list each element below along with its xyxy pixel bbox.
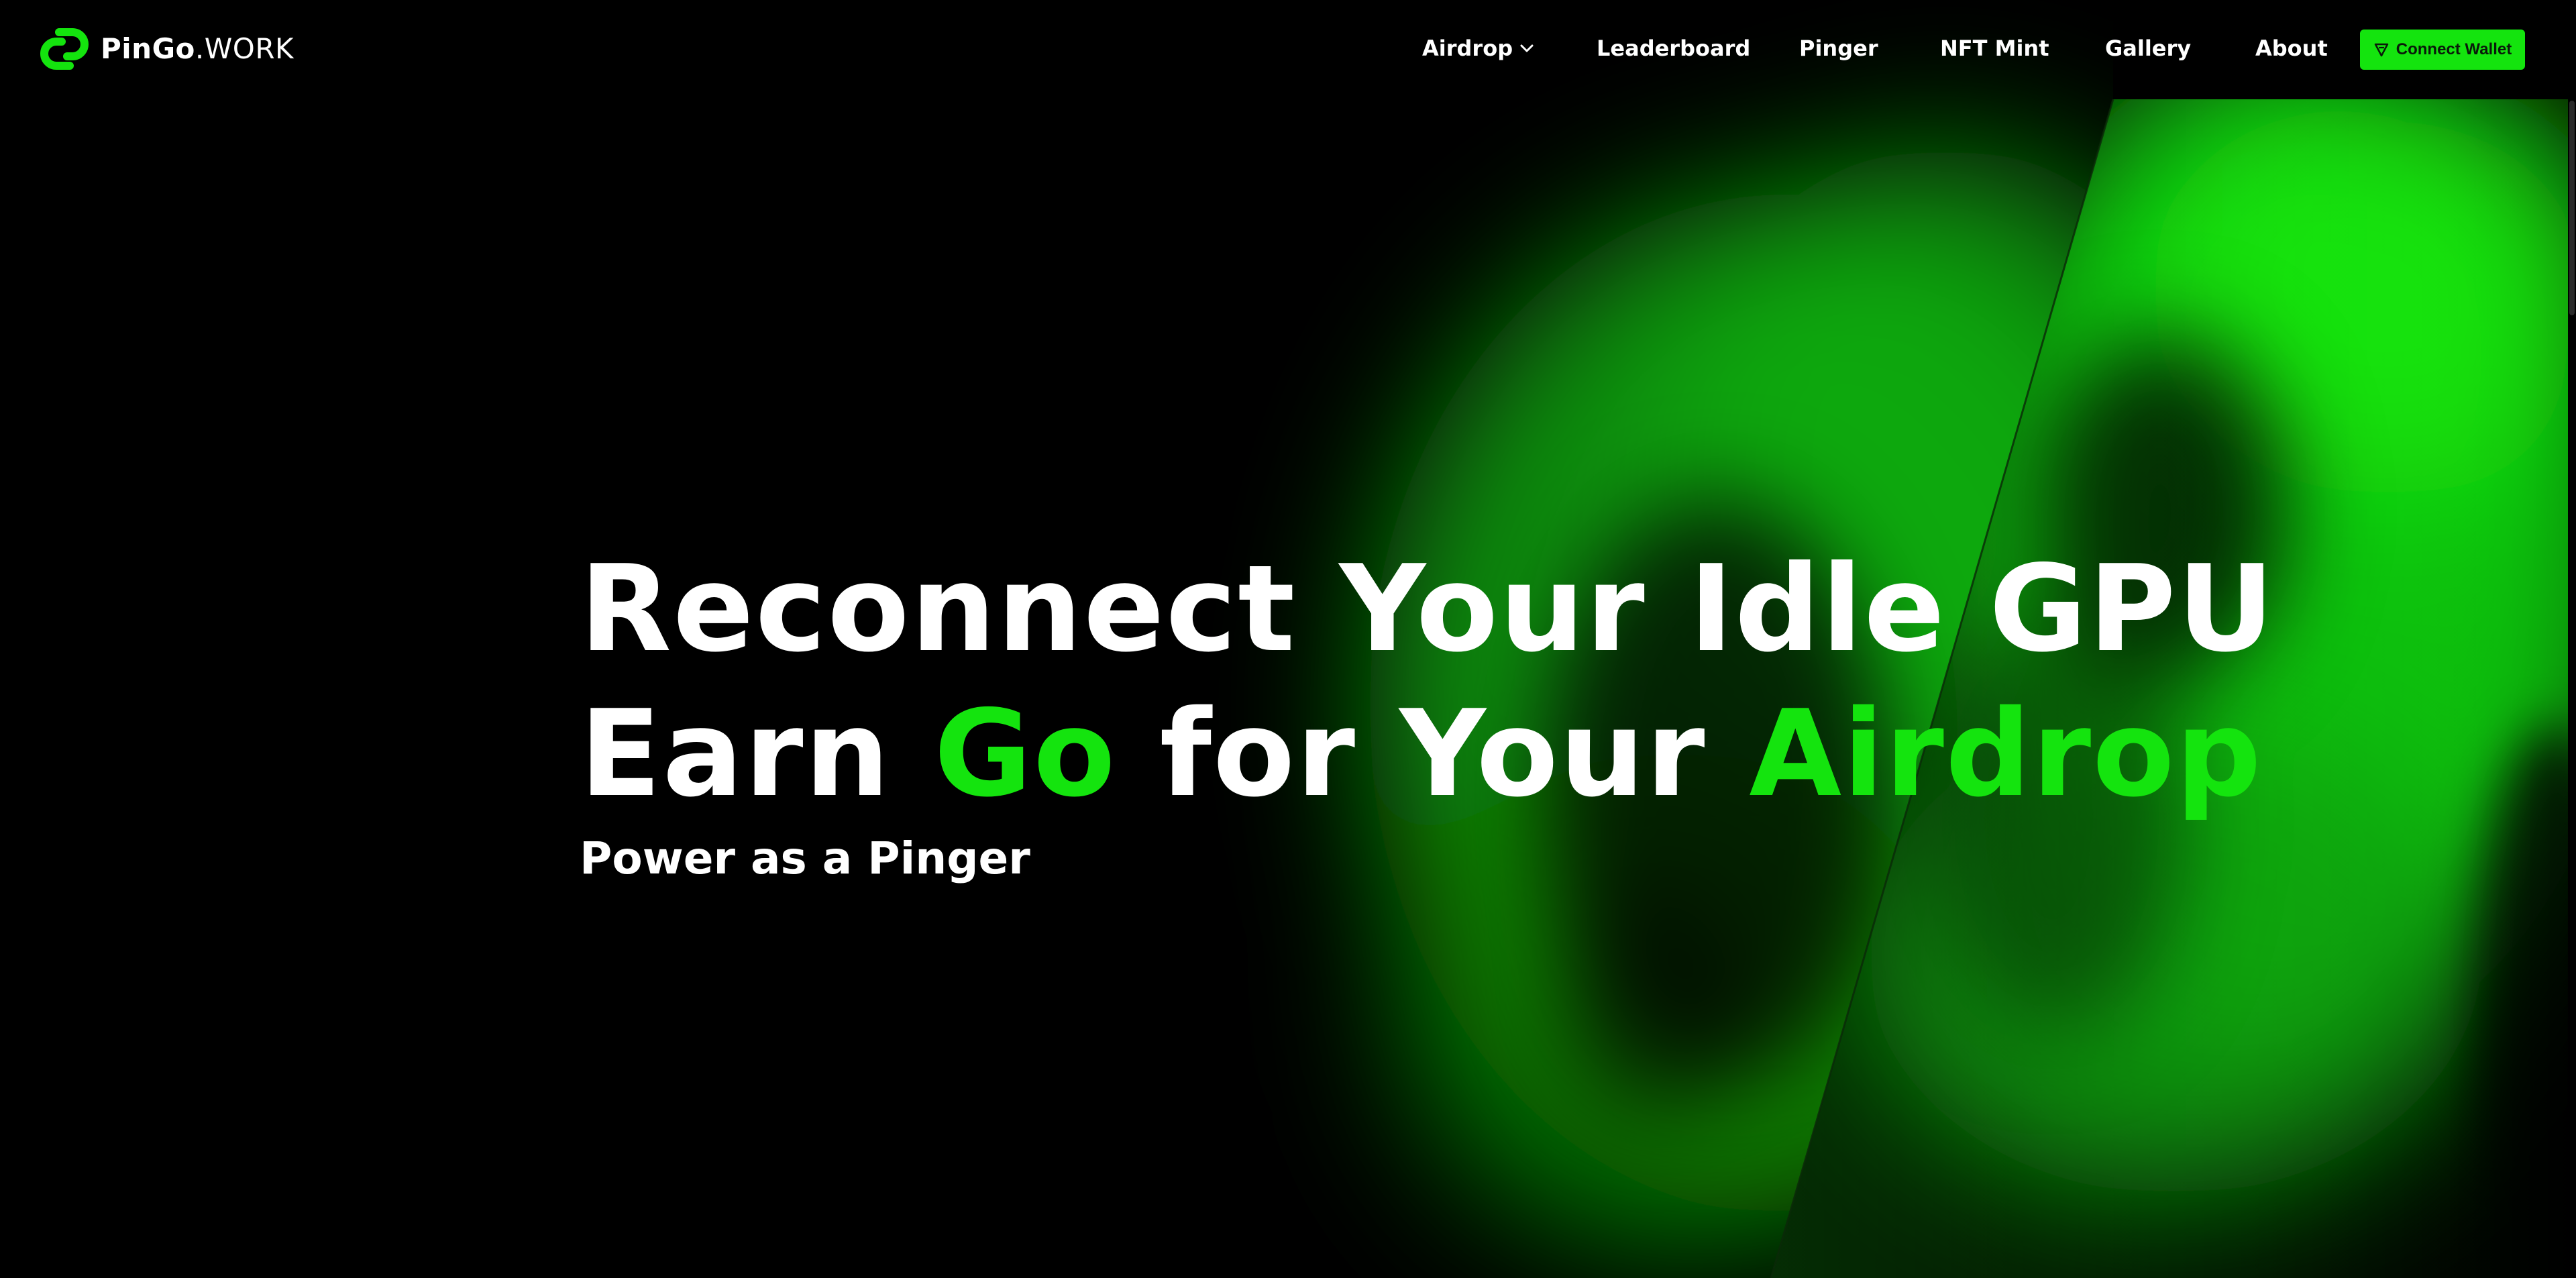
wallet-icon xyxy=(2374,43,2389,57)
scrollbar-thumb[interactable] xyxy=(2569,101,2575,315)
hero-title-line-2: Earn Go for Your Airdrop xyxy=(580,682,2275,827)
chevron-down-icon xyxy=(1520,44,1534,52)
logo-brand-bold: PinGo xyxy=(101,32,195,65)
nav-item-leaderboard-label: Leaderboard xyxy=(1597,36,1751,61)
nav-item-pinger[interactable]: Pinger xyxy=(1799,31,1878,66)
nav-item-airdrop[interactable]: Airdrop xyxy=(1422,31,1534,66)
hero-section: Reconnect Your Idle GPU Earn Go for Your… xyxy=(580,537,2275,886)
hero-accent-airdrop: Airdrop xyxy=(1749,684,2263,823)
page-scrollbar[interactable] xyxy=(2568,0,2576,1278)
nav-item-nft-mint-label: NFT Mint xyxy=(1940,36,2049,61)
nav-item-airdrop-label: Airdrop xyxy=(1422,36,1513,61)
nav-item-about[interactable]: About xyxy=(2255,31,2328,66)
logo-brand-light: .WORK xyxy=(195,32,294,65)
chain-link-logo-icon xyxy=(40,28,89,70)
hero-accent-go: Go xyxy=(934,684,1117,823)
nav-item-leaderboard[interactable]: Leaderboard xyxy=(1597,31,1750,66)
connect-wallet-label: Connect Wallet xyxy=(2396,40,2512,58)
nav-item-nft-mint[interactable]: NFT Mint xyxy=(1940,31,2049,66)
nav-item-about-label: About xyxy=(2255,36,2328,61)
logo-wordmark: PinGo.WORK xyxy=(101,35,294,63)
hero-line2-part1: Earn xyxy=(580,684,934,823)
pingo-logo[interactable]: PinGo.WORK xyxy=(39,27,294,71)
nav-item-pinger-label: Pinger xyxy=(1799,36,1878,61)
nav-item-gallery[interactable]: Gallery xyxy=(2105,31,2191,66)
nav-item-gallery-label: Gallery xyxy=(2105,36,2192,61)
top-navigation-bar: PinGo.WORK Airdrop Leaderboard Pinger NF… xyxy=(0,0,2576,99)
hero-subtitle: Power as a Pinger xyxy=(580,833,1030,884)
connect-wallet-button[interactable]: Connect Wallet xyxy=(2360,30,2525,70)
page: PinGo.WORK Airdrop Leaderboard Pinger NF… xyxy=(0,0,2576,1278)
hero-title-line-1: Reconnect Your Idle GPU xyxy=(580,539,2276,678)
hero-line2-part2: for Your xyxy=(1116,684,1750,823)
